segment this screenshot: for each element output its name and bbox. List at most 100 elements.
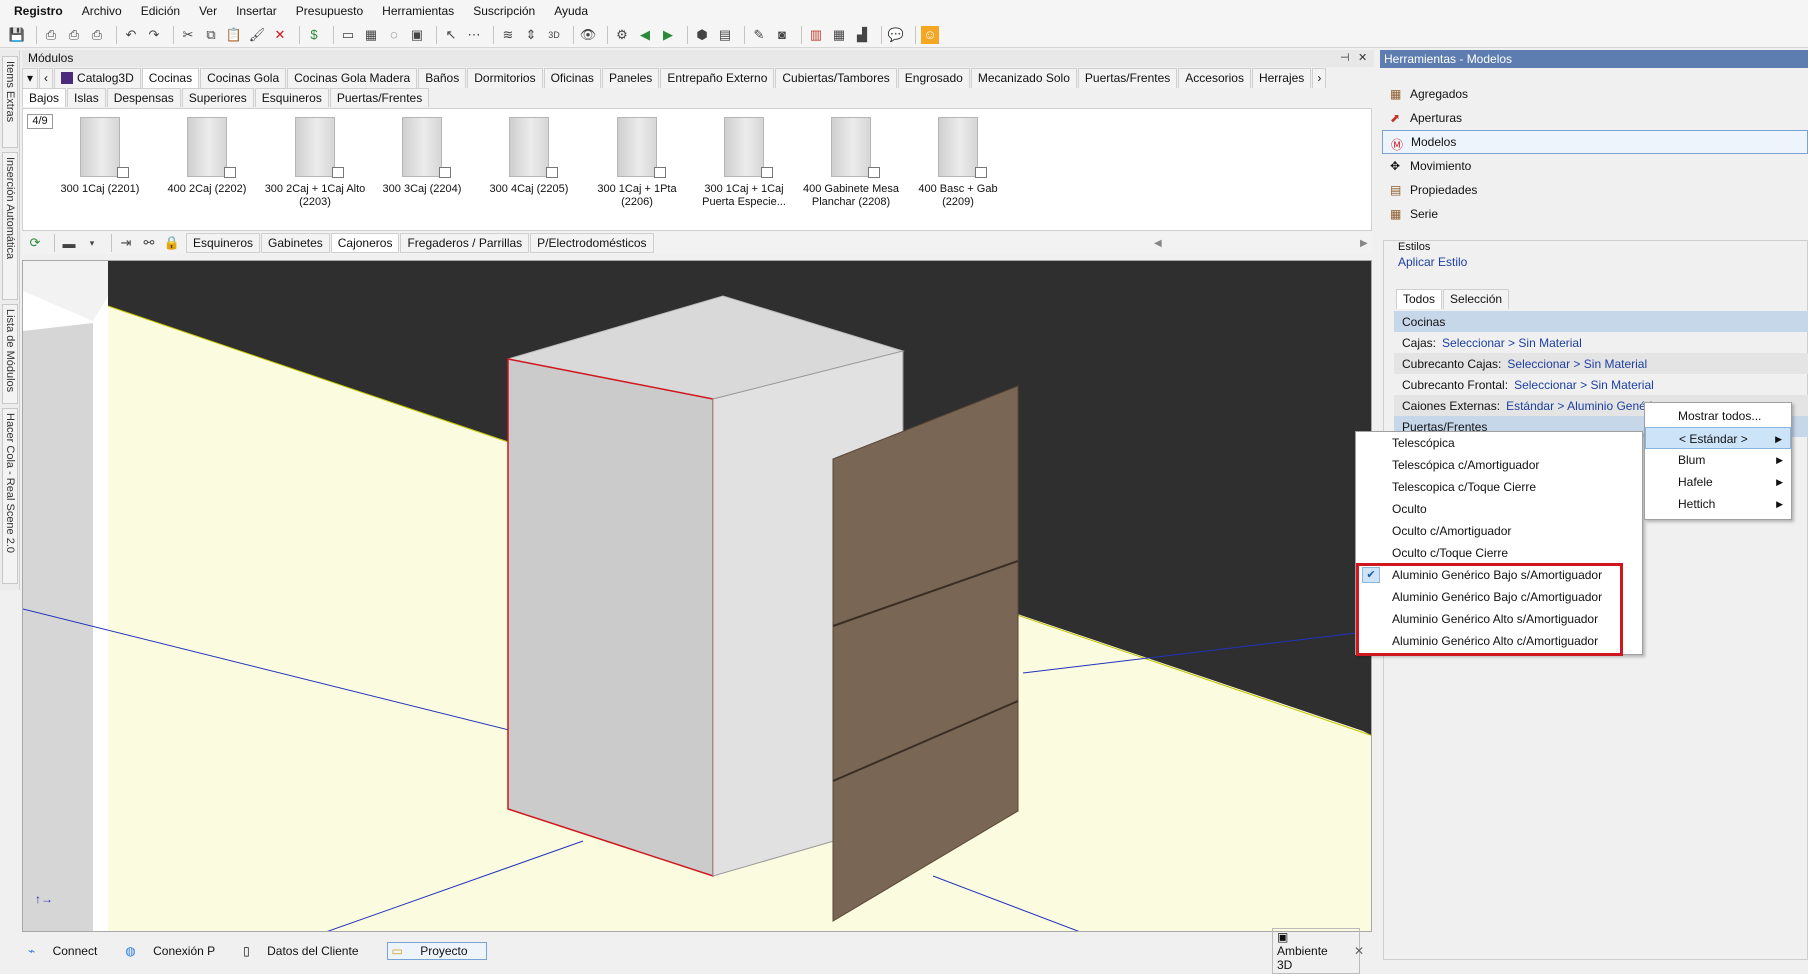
side-tab-insercion-automatica[interactable]: Inserción Automática <box>2 152 18 300</box>
conexion-status[interactable]: ◍ Conexión P <box>125 944 229 958</box>
tab-todos[interactable]: Todos <box>1396 289 1443 309</box>
camera-icon[interactable]: ◙ <box>773 26 791 44</box>
tab-puertas-frentes[interactable]: Puertas/Frentes <box>1077 68 1178 88</box>
menu-herramientas[interactable]: Herramientas <box>382 4 454 18</box>
connect-status[interactable]: ⌁ Connect <box>28 944 111 958</box>
print-preview-icon[interactable]: ⎙ <box>65 26 83 44</box>
subtab-bajos[interactable]: Bajos <box>22 88 67 107</box>
delete-icon[interactable]: ✕ <box>271 26 289 44</box>
tab-banos[interactable]: Baños <box>418 68 467 88</box>
tab-cocinas[interactable]: Cocinas <box>141 68 200 88</box>
pin-icon[interactable]: ⊣ <box>1340 50 1350 67</box>
tab-oficinas[interactable]: Oficinas <box>543 68 601 88</box>
prop-value[interactable]: Seleccionar > Sin Material <box>1507 357 1647 371</box>
menu-item-hafele[interactable]: Hafele ▶ <box>1645 471 1791 493</box>
close-icon[interactable]: ✕ <box>1354 944 1364 958</box>
measure-icon[interactable]: ⋯ <box>465 26 483 44</box>
tab-seleccion[interactable]: Selección <box>1443 289 1510 309</box>
budget-icon[interactable]: $ <box>305 26 323 44</box>
import-icon[interactable]: ⇥ <box>117 234 135 252</box>
menu-insertar[interactable]: Insertar <box>236 4 277 18</box>
prop-row[interactable]: Cubrecanto Cajas: Seleccionar > Sin Mater… <box>1394 353 1808 374</box>
wand-icon[interactable]: ✎ <box>750 26 768 44</box>
tab-dormitorios[interactable]: Dormitorios <box>467 68 543 88</box>
tab-catalog3d[interactable]: Catalog3D <box>54 68 141 88</box>
3d-viewport[interactable]: ↑→ <box>22 260 1372 932</box>
tab-cocinas-gola[interactable]: Cocinas Gola <box>200 68 287 88</box>
ambiente-3d-tab[interactable]: ▣ Ambiente 3D <box>1272 928 1360 974</box>
module-item[interactable]: 300 3Caj (2204) <box>367 117 477 196</box>
window-icon[interactable]: ▭ <box>339 26 357 44</box>
menu-item[interactable]: Telescopica c/Toque Cierre <box>1356 476 1642 498</box>
eye-icon[interactable]: 👁 <box>579 26 597 44</box>
menu-registro[interactable]: Registro <box>14 4 63 18</box>
tab-cocinas-gola-madera[interactable]: Cocinas Gola Madera <box>287 68 418 88</box>
subtab-puertas-frentes[interactable]: Puertas/Frentes <box>329 88 430 107</box>
filter-tab-fregaderos[interactable]: Fregaderos / Parrillas <box>400 233 530 253</box>
paste-icon[interactable]: 📋 <box>225 26 243 44</box>
arrow-left-icon[interactable]: ◀ <box>636 26 654 44</box>
module-item[interactable]: 400 2Caj (2202) <box>152 117 262 196</box>
subtab-islas[interactable]: Islas <box>67 88 106 107</box>
module-item[interactable]: 300 1Caj (2201) <box>45 117 155 196</box>
chart-icon[interactable]: ▟ <box>853 26 871 44</box>
stack-icon[interactable]: ≋ <box>499 26 517 44</box>
menu-item[interactable]: Oculto c/Toque Cierre <box>1356 542 1642 564</box>
cut-icon[interactable]: ✂ <box>179 26 197 44</box>
subtab-esquineros[interactable]: Esquineros <box>254 88 329 107</box>
tool-agregados[interactable]: ▦ Agregados <box>1382 82 1808 106</box>
datos-cliente-tab[interactable]: ▯ Datos del Cliente <box>243 944 372 958</box>
redo-icon[interactable]: ↷ <box>145 26 163 44</box>
module-item[interactable]: 300 4Caj (2205) <box>474 117 584 196</box>
view-3d-icon[interactable]: 3D <box>545 26 563 44</box>
prop-row[interactable]: Cubrecanto Frontal: Seleccionar > Sin Mat… <box>1394 374 1808 395</box>
chevron-down-icon[interactable]: ▾ <box>22 68 39 88</box>
menu-presupuesto[interactable]: Presupuesto <box>296 4 363 18</box>
prop-value[interactable]: Estándar > Aluminio Genéric <box>1506 399 1658 413</box>
tools-icon[interactable]: ⚙ <box>613 26 631 44</box>
prop-row[interactable]: Cajas: Seleccionar > Sin Material <box>1394 332 1808 353</box>
arrow-right-icon[interactable]: ▶ <box>659 26 677 44</box>
tool-propiedades[interactable]: ▤ Propiedades <box>1382 178 1808 202</box>
side-tab-lista-modulos[interactable]: Lista de Módulos <box>2 304 18 404</box>
module-icon[interactable]: ▣ <box>408 26 426 44</box>
side-tab-items-extras[interactable]: Items Extras <box>2 56 18 148</box>
dimension-icon[interactable]: ⇕ <box>522 26 540 44</box>
prop-value[interactable]: Seleccionar > Sin Material <box>1442 336 1582 350</box>
tab-mecanizado-solo[interactable]: Mecanizado Solo <box>970 68 1077 88</box>
lock-icon[interactable]: 🔒 <box>163 234 181 252</box>
cube-icon[interactable]: ⬢ <box>693 26 711 44</box>
prop-value[interactable]: Seleccionar > Sin Material <box>1514 378 1654 392</box>
lasso-icon[interactable]: ◌ <box>385 26 403 44</box>
tab-herrajes[interactable]: Herrajes <box>1251 68 1312 88</box>
box-icon[interactable]: ▤ <box>716 26 734 44</box>
undo-icon[interactable]: ↶ <box>122 26 140 44</box>
group-cocinas[interactable]: Cocinas <box>1394 311 1808 332</box>
user-icon[interactable]: ☺ <box>921 25 939 44</box>
filter-tab-gabinetes[interactable]: Gabinetes <box>261 233 330 253</box>
scroll-right-icon[interactable]: ▶ <box>1360 238 1368 249</box>
tool-aperturas[interactable]: ⬈ Aperturas <box>1382 106 1808 130</box>
chat-icon[interactable]: 💬 <box>887 26 905 44</box>
module-item[interactable]: 300 1Caj + 1Pta (2206) <box>582 117 692 209</box>
format-painter-icon[interactable]: 🖌 <box>248 26 266 44</box>
filter-tab-electrodomesticos[interactable]: P/Electrodomésticos <box>530 233 654 253</box>
dropdown-icon[interactable]: ▾ <box>83 234 101 252</box>
refresh-icon[interactable]: ⟳ <box>26 234 44 252</box>
filter-tab-cajoneros[interactable]: Cajoneros <box>330 233 400 253</box>
filter-tab-esquineros[interactable]: Esquineros <box>186 233 261 253</box>
menu-ver[interactable]: Ver <box>199 4 217 18</box>
module-item[interactable]: 400 Basc + Gab (2209) <box>903 117 1013 209</box>
tab-accesorios[interactable]: Accesorios <box>1178 68 1251 88</box>
menu-archivo[interactable]: Archivo <box>82 4 122 18</box>
menu-item[interactable]: Oculto c/Amortiguador <box>1356 520 1642 542</box>
print-icon[interactable]: ⎙ <box>42 26 60 44</box>
menu-item-estandar[interactable]: < Estándar > ▶ <box>1645 427 1791 449</box>
report-icon[interactable]: ▥ <box>807 26 825 44</box>
pointer-icon[interactable]: ↖ <box>442 26 460 44</box>
menu-item-hettich[interactable]: Hettich ▶ <box>1645 493 1791 515</box>
module-item[interactable]: 300 1Caj + 1Caj Puerta Especie... <box>689 117 799 209</box>
module-item[interactable]: 400 Gabinete Mesa Planchar (2208) <box>796 117 906 209</box>
line-icon[interactable]: ▬ <box>60 234 78 252</box>
close-icon[interactable]: ✕ <box>1358 50 1367 67</box>
